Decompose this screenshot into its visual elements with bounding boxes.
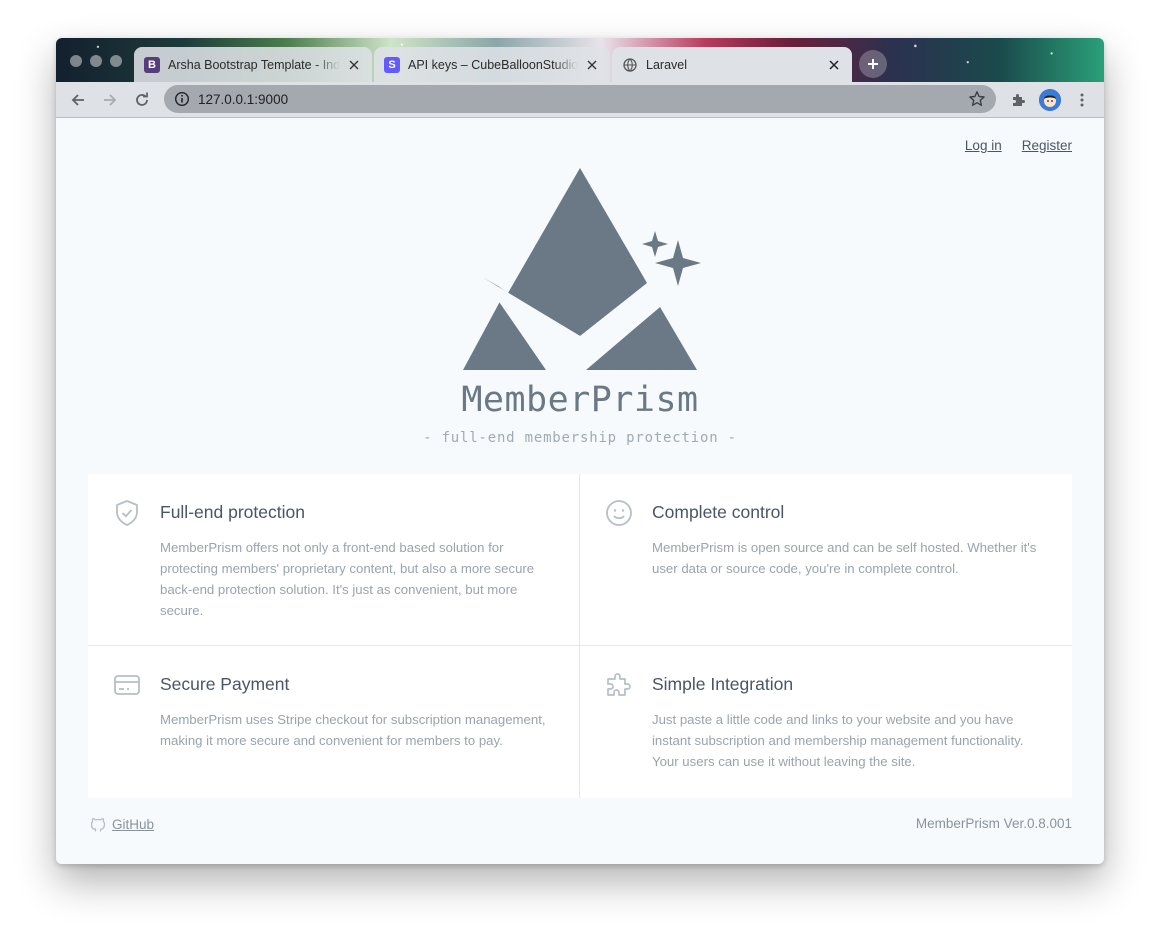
feature-title: Complete control xyxy=(652,502,785,522)
globe-icon xyxy=(622,57,638,73)
address-bar[interactable]: 127.0.0.1:9000 xyxy=(164,85,996,113)
feature-text: MemberPrism offers not only a front-end … xyxy=(160,540,535,618)
feature-text: MemberPrism uses Stripe checkout for sub… xyxy=(160,712,546,748)
browser-toolbar: 127.0.0.1:9000 xyxy=(56,82,1104,118)
feature-card: Secure Payment MemberPrism uses Stripe c… xyxy=(88,646,580,798)
plus-icon xyxy=(868,59,878,69)
forward-button[interactable] xyxy=(98,88,122,112)
page-content: Log in Register MemberPrism - full-end m… xyxy=(56,118,1104,864)
smiley-face-icon xyxy=(606,500,632,526)
puzzle-piece-icon xyxy=(607,673,631,696)
tab-laravel[interactable]: Laravel xyxy=(612,47,852,82)
feature-title: Full-end protection xyxy=(160,502,305,522)
feature-text: Just paste a little code and links to yo… xyxy=(652,712,1024,769)
feature-card: Simple Integration Just paste a little c… xyxy=(580,646,1072,798)
tab-title: API keys – CubeBalloonStudio – Stripe xyxy=(408,57,578,72)
bookmark-star-icon[interactable] xyxy=(968,90,986,113)
brand-name: MemberPrism xyxy=(461,380,699,420)
close-tab-icon[interactable] xyxy=(346,57,362,73)
kebab-menu-icon xyxy=(1080,93,1084,107)
tab-strip: B Arsha Bootstrap Template - Index S API… xyxy=(56,38,1104,82)
sparkle-small-icon xyxy=(642,231,668,257)
close-tab-icon[interactable] xyxy=(826,57,842,73)
browser-menu-button[interactable] xyxy=(1070,88,1094,112)
feature-card: Complete control MemberPrism is open sou… xyxy=(580,474,1072,646)
url-text: 127.0.0.1:9000 xyxy=(198,91,289,107)
memberprism-logo xyxy=(463,168,701,373)
github-link[interactable]: GitHub xyxy=(112,817,154,832)
profile-avatar[interactable] xyxy=(1039,89,1061,111)
reload-icon xyxy=(136,92,148,106)
version-label: MemberPrism Ver.0.8.001 xyxy=(915,816,1072,831)
puzzle-extension-icon xyxy=(1013,94,1025,106)
close-tab-icon[interactable] xyxy=(584,57,600,73)
github-link-group[interactable]: GitHub xyxy=(88,814,154,834)
stripe-favicon-icon: S xyxy=(384,56,400,73)
github-icon xyxy=(90,818,106,832)
zoom-window-button[interactable] xyxy=(110,55,122,67)
credit-card-icon xyxy=(114,675,140,695)
back-button[interactable] xyxy=(66,88,90,112)
feature-title: Secure Payment xyxy=(160,674,290,694)
minimize-window-button[interactable] xyxy=(90,55,102,67)
feature-title: Simple Integration xyxy=(652,674,794,694)
feature-text: MemberPrism is open source and can be se… xyxy=(652,540,1037,576)
sparkle-large-icon xyxy=(655,240,701,286)
site-info-icon[interactable] xyxy=(174,91,190,112)
features-grid: Full-end protection MemberPrism offers n… xyxy=(88,474,1072,798)
page-footer: GitHub MemberPrism Ver.0.8.001 xyxy=(88,814,1072,838)
bootstrap-favicon-icon: B xyxy=(144,56,160,73)
extensions-button[interactable] xyxy=(1006,88,1030,112)
brand-tagline: - full-end membership protection - xyxy=(423,430,737,446)
reload-button[interactable] xyxy=(130,88,154,112)
feature-card: Full-end protection MemberPrism offers n… xyxy=(88,474,580,646)
arrow-left-icon xyxy=(71,94,84,106)
arrow-right-icon xyxy=(104,94,117,106)
shield-check-icon xyxy=(116,500,138,526)
tab-arsha[interactable]: B Arsha Bootstrap Template - Index xyxy=(134,47,372,82)
browser-window: B Arsha Bootstrap Template - Index S API… xyxy=(56,38,1104,864)
tab-stripe[interactable]: S API keys – CubeBalloonStudio – Stripe xyxy=(374,47,610,82)
window-controls xyxy=(70,55,122,67)
tab-title: Arsha Bootstrap Template - Index xyxy=(168,57,340,72)
tab-title: Laravel xyxy=(646,57,687,72)
new-tab-button[interactable] xyxy=(859,50,887,78)
avatar-face-icon xyxy=(1039,89,1061,111)
close-window-button[interactable] xyxy=(70,55,82,67)
